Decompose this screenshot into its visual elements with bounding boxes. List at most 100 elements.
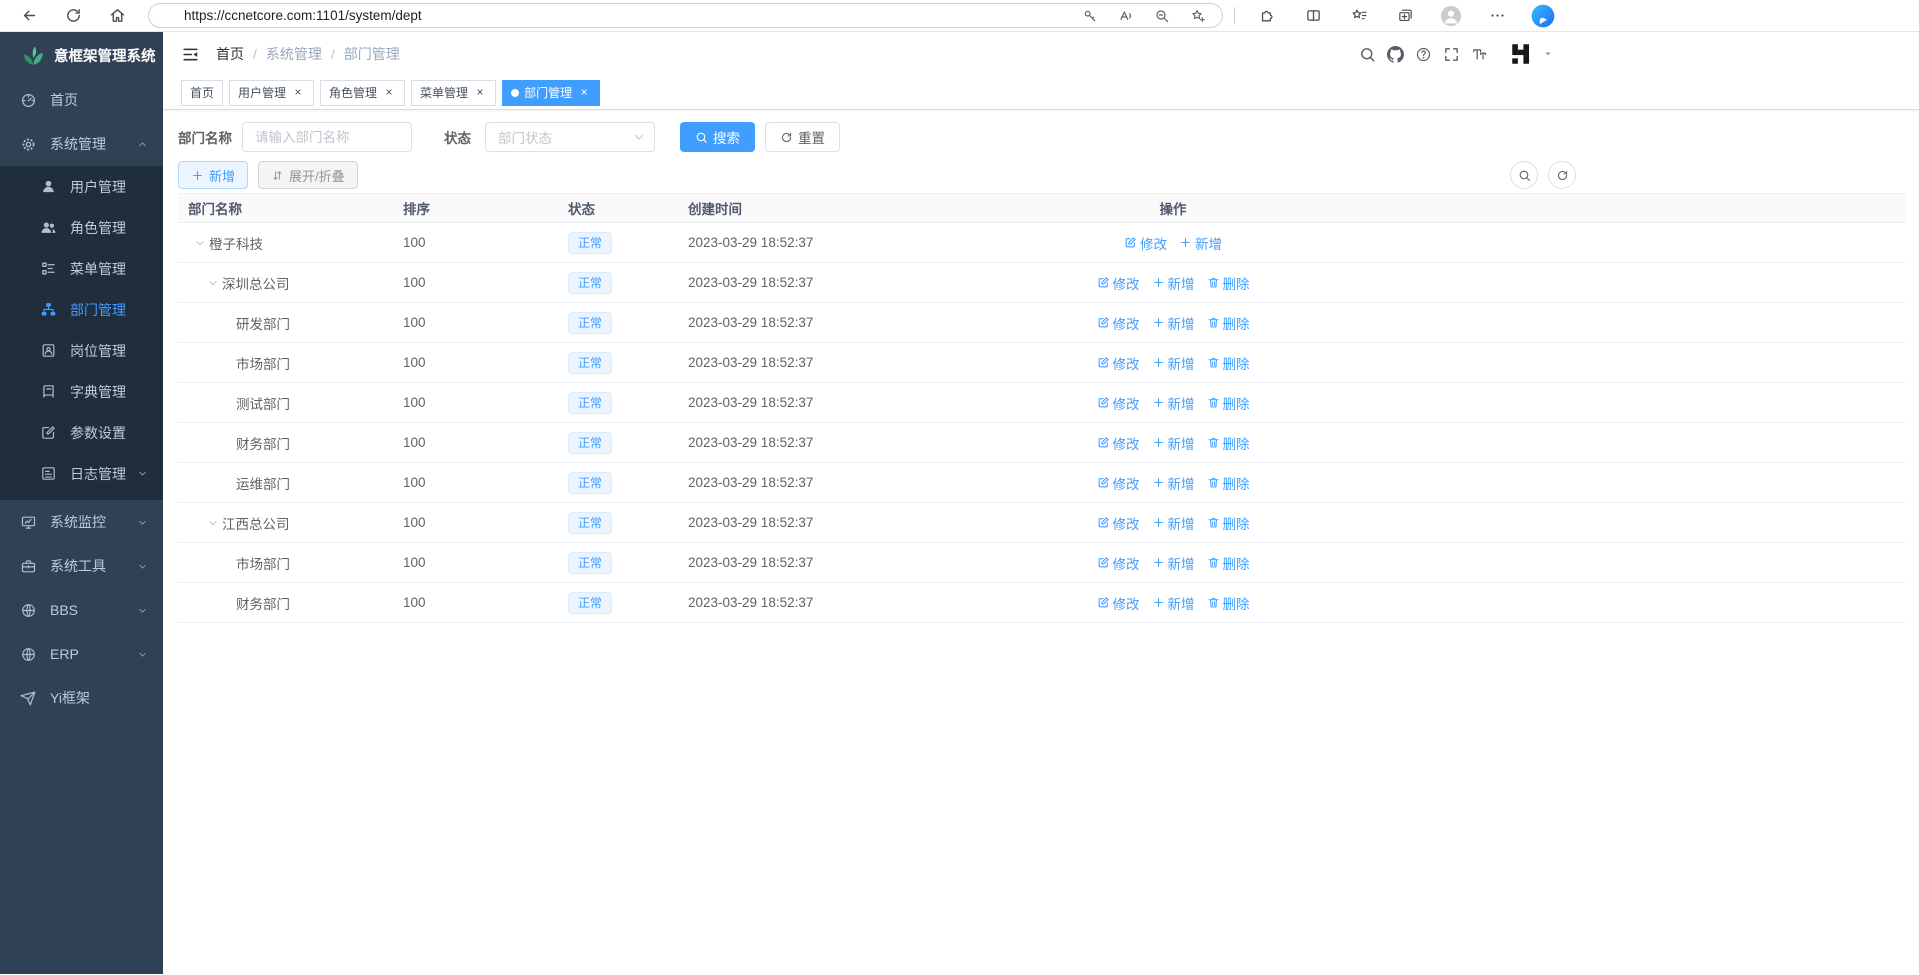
action-add-link[interactable]: 新增 (1152, 273, 1195, 293)
reset-button[interactable]: 重置 (765, 122, 840, 152)
caret-down-icon[interactable] (1543, 49, 1553, 59)
reload-icon[interactable] (58, 3, 88, 29)
action-add-link[interactable]: 新增 (1152, 473, 1195, 493)
action-delete-link[interactable]: 删除 (1207, 513, 1250, 533)
sidebar-item-user-management[interactable]: 用户管理 (0, 166, 163, 207)
tab-dept-management[interactable]: 部门管理× (502, 80, 600, 106)
user-avatar[interactable] (1509, 41, 1535, 67)
action-delete-link[interactable]: 删除 (1207, 273, 1250, 293)
sidebar-item-post-management[interactable]: 岗位管理 (0, 330, 163, 371)
sidebar-item-yi-framework[interactable]: Yi框架 (0, 676, 163, 720)
action-delete-link[interactable]: 删除 (1207, 473, 1250, 493)
favorites-icon[interactable] (1336, 2, 1382, 30)
expand-collapse-button[interactable]: 展开/折叠 (258, 161, 358, 189)
action-edit-link[interactable]: 修改 (1097, 313, 1140, 333)
fullscreen-icon[interactable] (1443, 46, 1460, 63)
action-label: 删除 (1223, 393, 1250, 413)
action-add-link[interactable]: 新增 (1152, 393, 1195, 413)
action-add-link[interactable]: 新增 (1152, 513, 1195, 533)
back-icon[interactable] (14, 3, 44, 29)
sidebar-item-role-management[interactable]: 角色管理 (0, 207, 163, 248)
action-delete-link[interactable]: 删除 (1207, 433, 1250, 453)
action-delete-link[interactable]: 删除 (1207, 353, 1250, 373)
more-icon[interactable] (1474, 2, 1520, 30)
magnifier-icon (695, 131, 708, 144)
tags-view-bar: 首页用户管理×角色管理×菜单管理×部门管理× (163, 76, 1919, 110)
table-row: 财务部门100正常2023-03-29 18:52:37修改新增删除 (178, 583, 1905, 623)
action-add-link[interactable]: 新增 (1152, 433, 1195, 453)
refresh-table-button[interactable] (1548, 161, 1576, 189)
search-icon[interactable] (1359, 46, 1376, 63)
zoom-out-icon[interactable] (1144, 4, 1180, 27)
expand-row-caret[interactable] (207, 517, 219, 529)
action-edit-link[interactable]: 修改 (1124, 233, 1167, 253)
key-icon[interactable] (1072, 4, 1108, 27)
edit-square-icon (40, 424, 57, 441)
sidebar-item-bbs[interactable]: BBS (0, 588, 163, 632)
extensions-icon[interactable] (1244, 2, 1290, 30)
expand-row-caret[interactable] (194, 237, 206, 249)
add-button[interactable]: 新增 (178, 161, 248, 189)
tab-menu-management[interactable]: 菜单管理× (411, 80, 496, 106)
status-badge: 正常 (568, 512, 612, 534)
sidebar-item-dept-management[interactable]: 部门管理 (0, 289, 163, 330)
profile-icon[interactable] (1428, 2, 1474, 30)
tab-role-management[interactable]: 角色管理× (320, 80, 405, 106)
action-edit-link[interactable]: 修改 (1097, 553, 1140, 573)
action-edit-link[interactable]: 修改 (1097, 433, 1140, 453)
sidebar-item-home[interactable]: 首页 (0, 78, 163, 122)
sidebar-item-log-management[interactable]: 日志管理 (0, 453, 163, 494)
expand-row-caret[interactable] (207, 277, 219, 289)
bing-icon[interactable] (1520, 2, 1566, 30)
sidebar-item-menu-management[interactable]: 菜单管理 (0, 248, 163, 289)
action-add-link[interactable]: 新增 (1152, 313, 1195, 333)
github-icon[interactable] (1387, 46, 1404, 63)
action-delete-link[interactable]: 删除 (1207, 553, 1250, 573)
collections-icon[interactable] (1382, 2, 1428, 30)
home-icon[interactable] (102, 3, 132, 29)
action-add-link[interactable]: 新增 (1152, 353, 1195, 373)
action-delete-link[interactable]: 删除 (1207, 593, 1250, 613)
read-aloud-icon[interactable] (1108, 4, 1144, 27)
toggle-search-button[interactable] (1510, 161, 1538, 189)
sidebar-collapse-icon[interactable] (181, 45, 200, 64)
sidebar-item-system-monitor[interactable]: 系统监控 (0, 500, 163, 544)
dept-name-input[interactable] (242, 122, 412, 152)
action-edit-link[interactable]: 修改 (1097, 273, 1140, 293)
action-delete-link[interactable]: 删除 (1207, 393, 1250, 413)
table-toolbar: 新增 展开/折叠 (178, 161, 1905, 189)
breadcrumb-item[interactable]: 首页 (216, 44, 244, 64)
action-delete-link[interactable]: 删除 (1207, 313, 1250, 333)
action-add-link[interactable]: 新增 (1152, 593, 1195, 613)
status-badge: 正常 (568, 312, 612, 334)
action-edit-link[interactable]: 修改 (1097, 593, 1140, 613)
action-edit-link[interactable]: 修改 (1097, 473, 1140, 493)
sidebar-item-erp[interactable]: ERP (0, 632, 163, 676)
delete-icon (1207, 396, 1220, 409)
tab-close-icon[interactable]: × (382, 86, 396, 100)
favorite-add-icon[interactable] (1180, 4, 1216, 27)
tab-close-icon[interactable]: × (577, 86, 591, 100)
sidebar-item-dict-management[interactable]: 字典管理 (0, 371, 163, 412)
search-button[interactable]: 搜索 (680, 122, 755, 152)
action-edit-link[interactable]: 修改 (1097, 393, 1140, 413)
sidebar-item-label: 字典管理 (70, 382, 126, 402)
action-edit-link[interactable]: 修改 (1097, 513, 1140, 533)
action-add-link[interactable]: 新增 (1152, 553, 1195, 573)
table-row: 财务部门100正常2023-03-29 18:52:37修改新增删除 (178, 423, 1905, 463)
split-screen-icon[interactable] (1290, 2, 1336, 30)
action-label: 删除 (1223, 553, 1250, 573)
tab-home[interactable]: 首页 (181, 80, 223, 106)
text-size-icon[interactable] (1471, 46, 1488, 63)
status-select[interactable]: 部门状态 (485, 122, 655, 152)
tab-close-icon[interactable]: × (473, 86, 487, 100)
help-icon[interactable] (1415, 46, 1432, 63)
action-add-link[interactable]: 新增 (1179, 233, 1222, 253)
sidebar-item-system-management[interactable]: 系统管理 (0, 122, 163, 166)
action-edit-link[interactable]: 修改 (1097, 353, 1140, 373)
tab-user-management[interactable]: 用户管理× (229, 80, 314, 106)
address-bar[interactable]: https://ccnetcore.com:1101/system/dept (148, 3, 1223, 28)
sidebar-item-system-tools[interactable]: 系统工具 (0, 544, 163, 588)
sidebar-item-param-settings[interactable]: 参数设置 (0, 412, 163, 453)
tab-close-icon[interactable]: × (291, 86, 305, 100)
